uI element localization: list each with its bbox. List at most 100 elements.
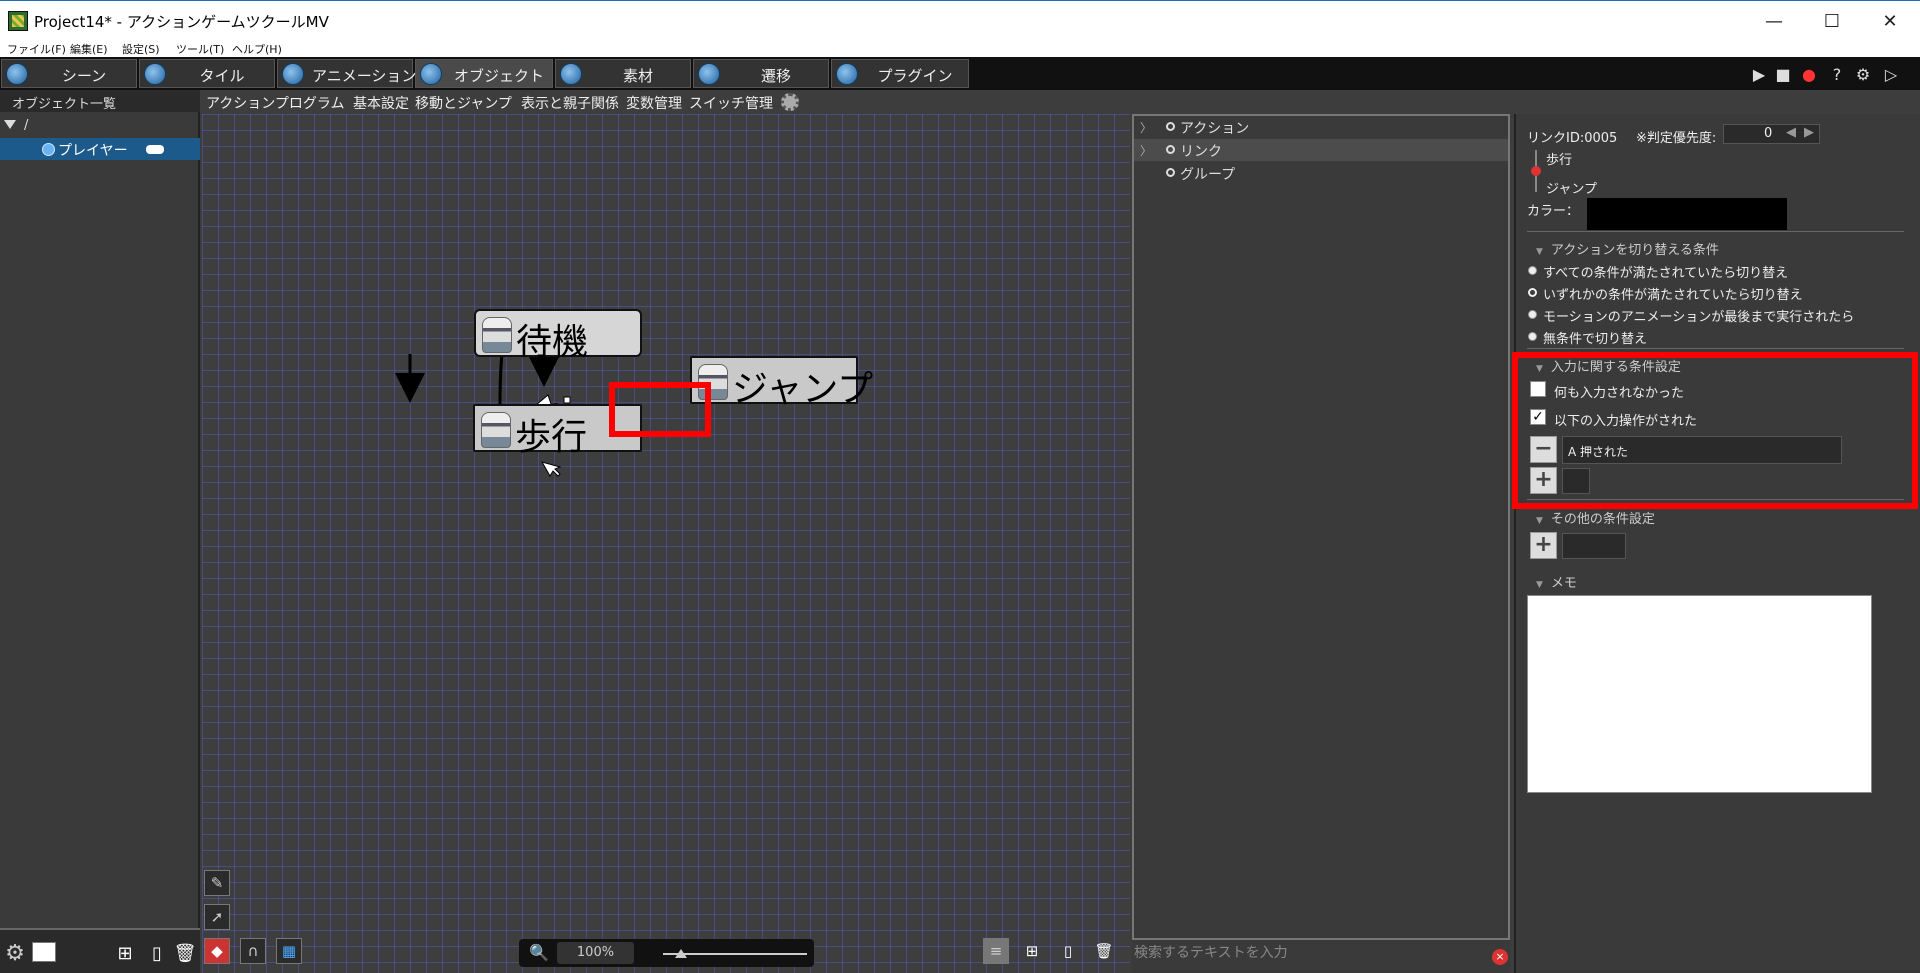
zoom-icon: 🔍 (529, 943, 549, 962)
priority-value: 0 (1764, 126, 1773, 141)
tab-variables[interactable]: 変数管理 (626, 93, 682, 113)
add-folder-icon[interactable]: ⊞ (112, 940, 138, 966)
folder-view-icon[interactable] (32, 942, 56, 962)
menu-settings[interactable]: 設定(S) (122, 41, 160, 57)
stop-icon[interactable]: ■ (1772, 63, 1794, 85)
action-node-jump[interactable]: ジャンプ (690, 356, 873, 410)
clear-search-icon[interactable]: × (1492, 949, 1508, 965)
zoom-value[interactable]: 100% (557, 942, 634, 964)
from-action: 歩行 (1546, 153, 1573, 168)
pencil-icon[interactable]: ✎ (204, 870, 230, 896)
list-item-action[interactable]: 〉 アクション (1134, 116, 1508, 138)
link-direction-dot (1531, 166, 1541, 176)
player-sprite-icon (481, 412, 511, 448)
radio-any-condition[interactable] (1528, 288, 1537, 297)
play-icon[interactable]: ▶ (1748, 63, 1770, 85)
tool-tab-bar: シーン タイル アニメーション オブジェクト 素材 遷移 プラグイン ▶ ■ ●… (0, 57, 1920, 90)
minimize-button[interactable]: — (1746, 1, 1802, 41)
search-input[interactable]: 検索するテキストを入力 (1134, 942, 1288, 962)
object-sub-tabs: アクションプログラム 基本設定 移動とジャンプ 表示と親子関係 変数管理 スイッ… (202, 90, 1132, 114)
link-tool-icon[interactable]: ➚ (204, 904, 230, 930)
magnet-icon[interactable]: ∩ (240, 938, 266, 964)
gear-icon[interactable]: ⚙ (2, 940, 28, 966)
tab-label: シーン (61, 67, 107, 85)
tab-basic-settings[interactable]: 基本設定 (353, 93, 409, 113)
other-conditions-header[interactable]: その他の条件設定 (1536, 508, 1655, 527)
tab-animation[interactable]: アニメーション (277, 59, 416, 88)
gear-icon[interactable] (781, 93, 799, 111)
list-view-icon[interactable]: ≡ (983, 938, 1009, 964)
list-item-link[interactable]: 〉 リンク (1134, 139, 1508, 161)
add-condition-button[interactable]: + (1530, 532, 1557, 559)
window-title: Project14* - アクションゲームツクールMV (34, 13, 329, 31)
tree-root-label: / (24, 118, 29, 133)
list-item-label: リンク (1180, 144, 1222, 160)
list-item-group[interactable]: グループ (1134, 162, 1508, 184)
run-controls: ▶ ■ ● ? ⚙ ▷ (1748, 63, 1918, 85)
empty-condition-slot[interactable] (1562, 533, 1626, 559)
chevron-right-icon[interactable]: 〉 (1140, 119, 1152, 136)
app-icon (8, 11, 28, 31)
gear-icon[interactable]: ⚙ (1852, 63, 1874, 85)
search-bar[interactable]: 検索するテキストを入力 × (1132, 940, 1510, 973)
link-arrows (395, 312, 579, 477)
tab-plugin[interactable]: プラグイン (831, 59, 969, 88)
menu-tools[interactable]: ツール(T) (176, 41, 224, 57)
run-icon[interactable]: ▷ (1880, 63, 1902, 85)
memo-header[interactable]: メモ (1536, 572, 1577, 591)
tab-scene[interactable]: シーン (1, 59, 137, 88)
title-bar: Project14* - アクションゲームツクールMV — ☐ ✕ (0, 0, 1920, 40)
tab-display-parent[interactable]: 表示と親子関係 (521, 93, 619, 113)
zoom-slider-thumb[interactable] (675, 949, 687, 958)
tile-icon (144, 63, 166, 85)
node-label: ジャンプ (732, 369, 874, 410)
switch-conditions-header[interactable]: アクションを切り替える条件 (1536, 239, 1719, 258)
search-icon (1166, 168, 1175, 177)
menu-help[interactable]: ヘルプ(H) (232, 41, 282, 57)
radio-all-conditions[interactable] (1528, 266, 1537, 275)
action-program-canvas[interactable]: 待機 歩行 ジャンプ ✎ ➚ ◆ ∩ ▦ ≡ ⊞ ▯ 🗑 (202, 114, 1130, 973)
maximize-button[interactable]: ☐ (1804, 1, 1860, 41)
close-button[interactable]: ✕ (1862, 1, 1918, 41)
trash-icon[interactable]: 🗑 (172, 940, 198, 966)
divider (1527, 231, 1904, 232)
tab-action-program[interactable]: アクションプログラム (206, 93, 344, 113)
decrement-icon[interactable]: ◀ (1786, 125, 1796, 140)
help-icon[interactable]: ? (1826, 63, 1848, 85)
link-walk-jump[interactable] (498, 353, 504, 407)
tree-item-player[interactable]: プレイヤー (0, 138, 200, 160)
bucket-icon[interactable]: ◆ (204, 938, 230, 964)
record-icon[interactable]: ● (1798, 63, 1820, 85)
highlight-box-input-conditions (1512, 352, 1918, 509)
action-node-idle[interactable]: 待機 (474, 309, 642, 363)
left-toolbar: ⚙ ⊞ ▯ 🗑 (0, 930, 200, 973)
color-swatch[interactable] (1587, 198, 1787, 230)
plugin-icon (836, 63, 858, 85)
expand-icon[interactable] (4, 120, 16, 129)
add-folder-icon[interactable]: ⊞ (1019, 938, 1045, 964)
tab-switches[interactable]: スイッチ管理 (689, 93, 773, 113)
priority-stepper[interactable]: 0 ◀ ▶ (1723, 124, 1820, 144)
radio-all-conditions-label: すべての条件が満たされていたら切り替え (1543, 266, 1789, 281)
add-item-icon[interactable]: ▯ (1055, 938, 1081, 964)
radio-unconditional[interactable] (1528, 332, 1537, 341)
increment-icon[interactable]: ▶ (1804, 125, 1814, 140)
tab-move-jump[interactable]: 移動とジャンプ (415, 93, 512, 113)
memo-textarea[interactable] (1527, 595, 1872, 793)
menu-edit[interactable]: 編集(E) (70, 41, 108, 57)
tab-material[interactable]: 素材 (555, 59, 691, 88)
grid-icon[interactable]: ▦ (276, 938, 302, 964)
link-handle[interactable] (563, 396, 571, 404)
to-action: ジャンプ (1546, 182, 1597, 197)
add-object-icon[interactable]: ▯ (144, 940, 170, 966)
tab-transition[interactable]: 遷移 (693, 59, 829, 88)
tab-object[interactable]: オブジェクト (415, 59, 553, 88)
tree-root[interactable]: / (4, 118, 28, 133)
action-link-list: 〉アクション 〉リンク グループ (1132, 114, 1510, 940)
menu-file[interactable]: ファイル(F) (7, 41, 66, 57)
radio-animation-end[interactable] (1528, 310, 1537, 319)
object-list-header: オブジェクト一覧 (0, 90, 200, 112)
chevron-right-icon[interactable]: 〉 (1140, 142, 1152, 159)
trash-icon[interactable]: 🗑 (1091, 938, 1117, 964)
tab-tile[interactable]: タイル (139, 59, 275, 88)
